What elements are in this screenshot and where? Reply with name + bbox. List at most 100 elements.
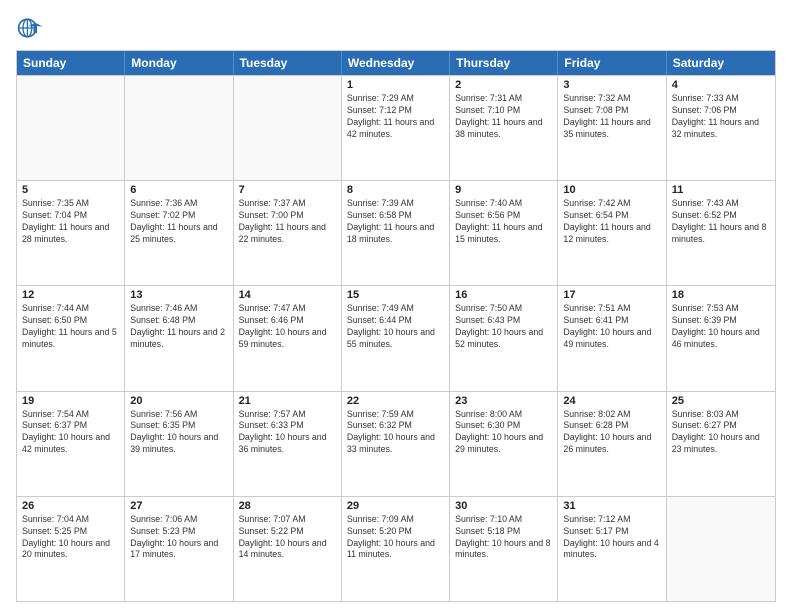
day-info: Sunrise: 7:54 AM Sunset: 6:37 PM Dayligh… [22, 409, 119, 457]
day-number: 24 [563, 395, 660, 407]
calendar-cell: 3 Sunrise: 7:32 AM Sunset: 7:08 PM Daylig… [558, 76, 666, 180]
day-info: Sunrise: 8:03 AM Sunset: 6:27 PM Dayligh… [672, 409, 770, 457]
day-number: 31 [563, 500, 660, 512]
day-number: 21 [239, 395, 336, 407]
day-info: Sunrise: 7:29 AM Sunset: 7:12 PM Dayligh… [347, 93, 444, 141]
day-info: Sunrise: 7:51 AM Sunset: 6:41 PM Dayligh… [563, 303, 660, 351]
day-number: 14 [239, 289, 336, 301]
day-info: Sunrise: 7:10 AM Sunset: 5:18 PM Dayligh… [455, 514, 552, 562]
weekday-header: Sunday [17, 51, 125, 75]
day-number: 30 [455, 500, 552, 512]
day-info: Sunrise: 7:42 AM Sunset: 6:54 PM Dayligh… [563, 198, 660, 246]
weekday-header: Thursday [450, 51, 558, 75]
day-number: 17 [563, 289, 660, 301]
day-info: Sunrise: 7:43 AM Sunset: 6:52 PM Dayligh… [672, 198, 770, 246]
day-info: Sunrise: 7:09 AM Sunset: 5:20 PM Dayligh… [347, 514, 444, 562]
calendar-cell: 30 Sunrise: 7:10 AM Sunset: 5:18 PM Dayli… [450, 497, 558, 601]
calendar-cell: 11 Sunrise: 7:43 AM Sunset: 6:52 PM Dayli… [667, 181, 775, 285]
calendar-cell: 2Sunrise: 7:31 AM Sunset: 7:10 PM Daylig… [450, 76, 558, 180]
day-number: 23 [455, 395, 552, 407]
day-info: Sunrise: 8:02 AM Sunset: 6:28 PM Dayligh… [563, 409, 660, 457]
day-info: Sunrise: 7:35 AM Sunset: 7:04 PM Dayligh… [22, 198, 119, 246]
day-number: 26 [22, 500, 119, 512]
calendar-cell: 18 Sunrise: 7:53 AM Sunset: 6:39 PM Dayli… [667, 286, 775, 390]
day-info: Sunrise: 7:32 AM Sunset: 7:08 PM Dayligh… [563, 93, 660, 141]
weekday-header: Saturday [667, 51, 775, 75]
day-number: 3 [563, 79, 660, 91]
calendar-cell [234, 76, 342, 180]
calendar-cell: 13 Sunrise: 7:46 AM Sunset: 6:48 PM Dayli… [125, 286, 233, 390]
calendar-row: 19 Sunrise: 7:54 AM Sunset: 6:37 PM Dayli… [17, 391, 775, 496]
day-number: 22 [347, 395, 444, 407]
day-info: Sunrise: 7:57 AM Sunset: 6:33 PM Dayligh… [239, 409, 336, 457]
header [16, 14, 776, 42]
day-info: Sunrise: 7:56 AM Sunset: 6:35 PM Dayligh… [130, 409, 227, 457]
day-number: 9 [455, 184, 552, 196]
calendar-cell: 29 Sunrise: 7:09 AM Sunset: 5:20 PM Dayli… [342, 497, 450, 601]
calendar-row: 5 Sunrise: 7:35 AM Sunset: 7:04 PM Daylig… [17, 180, 775, 285]
day-info: Sunrise: 7:53 AM Sunset: 6:39 PM Dayligh… [672, 303, 770, 351]
day-info: Sunrise: 7:44 AM Sunset: 6:50 PM Dayligh… [22, 303, 119, 351]
calendar-cell: 9Sunrise: 7:40 AM Sunset: 6:56 PM Daylig… [450, 181, 558, 285]
calendar-cell: 6 Sunrise: 7:36 AM Sunset: 7:02 PM Daylig… [125, 181, 233, 285]
day-number: 5 [22, 184, 119, 196]
day-number: 4 [672, 79, 770, 91]
calendar-cell: 16 Sunrise: 7:50 AM Sunset: 6:43 PM Dayli… [450, 286, 558, 390]
calendar-cell: 31 Sunrise: 7:12 AM Sunset: 5:17 PM Dayli… [558, 497, 666, 601]
calendar-cell: 17 Sunrise: 7:51 AM Sunset: 6:41 PM Dayli… [558, 286, 666, 390]
weekday-header: Monday [125, 51, 233, 75]
day-info: Sunrise: 7:33 AM Sunset: 7:06 PM Dayligh… [672, 93, 770, 141]
day-info: Sunrise: 7:50 AM Sunset: 6:43 PM Dayligh… [455, 303, 552, 351]
weekday-header: Tuesday [234, 51, 342, 75]
day-info: Sunrise: 7:46 AM Sunset: 6:48 PM Dayligh… [130, 303, 227, 351]
day-number: 19 [22, 395, 119, 407]
day-info: Sunrise: 7:37 AM Sunset: 7:00 PM Dayligh… [239, 198, 336, 246]
calendar-cell: 12Sunrise: 7:44 AM Sunset: 6:50 PM Dayli… [17, 286, 125, 390]
calendar-cell [125, 76, 233, 180]
day-info: Sunrise: 7:07 AM Sunset: 5:22 PM Dayligh… [239, 514, 336, 562]
day-info: Sunrise: 7:59 AM Sunset: 6:32 PM Dayligh… [347, 409, 444, 457]
day-info: Sunrise: 7:12 AM Sunset: 5:17 PM Dayligh… [563, 514, 660, 562]
day-number: 6 [130, 184, 227, 196]
day-number: 8 [347, 184, 444, 196]
day-info: Sunrise: 7:36 AM Sunset: 7:02 PM Dayligh… [130, 198, 227, 246]
day-info: Sunrise: 7:31 AM Sunset: 7:10 PM Dayligh… [455, 93, 552, 141]
day-number: 1 [347, 79, 444, 91]
calendar-body: 1 Sunrise: 7:29 AM Sunset: 7:12 PM Daylig… [17, 75, 775, 601]
calendar-cell: 22 Sunrise: 7:59 AM Sunset: 6:32 PM Dayli… [342, 392, 450, 496]
day-number: 29 [347, 500, 444, 512]
calendar-cell: 27 Sunrise: 7:06 AM Sunset: 5:23 PM Dayli… [125, 497, 233, 601]
calendar-row: 12Sunrise: 7:44 AM Sunset: 6:50 PM Dayli… [17, 285, 775, 390]
calendar-cell: 23 Sunrise: 8:00 AM Sunset: 6:30 PM Dayli… [450, 392, 558, 496]
calendar-cell: 25 Sunrise: 8:03 AM Sunset: 6:27 PM Dayli… [667, 392, 775, 496]
page: SundayMondayTuesdayWednesdayThursdayFrid… [0, 0, 792, 612]
calendar-row: 1 Sunrise: 7:29 AM Sunset: 7:12 PM Daylig… [17, 75, 775, 180]
day-info: Sunrise: 8:00 AM Sunset: 6:30 PM Dayligh… [455, 409, 552, 457]
day-number: 11 [672, 184, 770, 196]
calendar-cell [17, 76, 125, 180]
day-info: Sunrise: 7:49 AM Sunset: 6:44 PM Dayligh… [347, 303, 444, 351]
calendar-cell: 28 Sunrise: 7:07 AM Sunset: 5:22 PM Dayli… [234, 497, 342, 601]
calendar-cell [667, 497, 775, 601]
day-number: 15 [347, 289, 444, 301]
calendar-cell: 5 Sunrise: 7:35 AM Sunset: 7:04 PM Daylig… [17, 181, 125, 285]
day-number: 10 [563, 184, 660, 196]
calendar-cell: 14Sunrise: 7:47 AM Sunset: 6:46 PM Dayli… [234, 286, 342, 390]
calendar-row: 26Sunrise: 7:04 AM Sunset: 5:25 PM Dayli… [17, 496, 775, 601]
calendar-cell: 15 Sunrise: 7:49 AM Sunset: 6:44 PM Dayli… [342, 286, 450, 390]
day-number: 25 [672, 395, 770, 407]
day-number: 16 [455, 289, 552, 301]
day-number: 27 [130, 500, 227, 512]
day-number: 28 [239, 500, 336, 512]
day-info: Sunrise: 7:06 AM Sunset: 5:23 PM Dayligh… [130, 514, 227, 562]
calendar-cell: 1 Sunrise: 7:29 AM Sunset: 7:12 PM Daylig… [342, 76, 450, 180]
calendar: SundayMondayTuesdayWednesdayThursdayFrid… [16, 50, 776, 602]
day-number: 7 [239, 184, 336, 196]
weekday-header: Wednesday [342, 51, 450, 75]
day-number: 18 [672, 289, 770, 301]
calendar-cell: 19 Sunrise: 7:54 AM Sunset: 6:37 PM Dayli… [17, 392, 125, 496]
calendar-cell: 20Sunrise: 7:56 AM Sunset: 6:35 PM Dayli… [125, 392, 233, 496]
day-number: 13 [130, 289, 227, 301]
logo [16, 14, 46, 42]
calendar-cell: 8Sunrise: 7:39 AM Sunset: 6:58 PM Daylig… [342, 181, 450, 285]
